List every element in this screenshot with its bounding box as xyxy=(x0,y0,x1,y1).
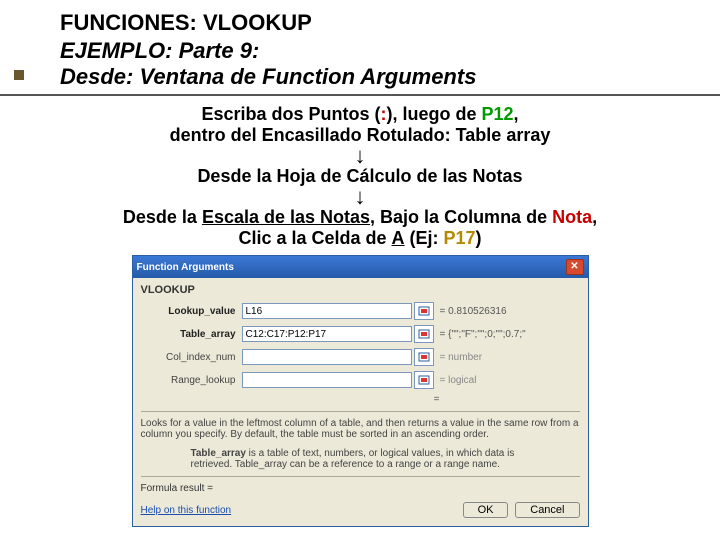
arg-description: Table_array is a table of text, numbers,… xyxy=(191,448,550,470)
function-arguments-dialog: Function Arguments ✕ VLOOKUP Lookup_valu… xyxy=(132,255,589,527)
t: Escriba dos Puntos ( xyxy=(201,104,380,124)
range-picker-icon[interactable] xyxy=(414,348,434,366)
escala-underline: Escala de las Notas xyxy=(202,207,370,227)
arg-label: Col_index_num xyxy=(141,352,242,363)
dialog-footer: Help on this function OK Cancel xyxy=(141,502,580,518)
result-eq: = xyxy=(141,394,580,405)
arg-result: = logical xyxy=(440,375,477,386)
table-array-input[interactable] xyxy=(242,326,412,342)
arg-row-lookup-value: Lookup_value = 0.810526316 xyxy=(141,302,580,320)
t: ) xyxy=(476,228,482,248)
title-line-3: Desde: Ventana de Function Arguments xyxy=(60,64,660,90)
arg-label: Lookup_value xyxy=(141,306,242,317)
t: Desde la xyxy=(123,207,202,227)
t: , Bajo la Columna de xyxy=(370,207,552,227)
bullet-decor xyxy=(14,70,24,80)
t: ), luego de xyxy=(386,104,481,124)
help-link[interactable]: Help on this function xyxy=(141,505,232,516)
lookup-value-input[interactable] xyxy=(242,303,412,319)
arg-result: = 0.810526316 xyxy=(440,306,507,317)
cancel-button[interactable]: Cancel xyxy=(515,502,579,518)
arg-result: = {"";"F";"";0;"";0.7;" xyxy=(440,329,526,340)
dialog-body: VLOOKUP Lookup_value = 0.810526316 Table… xyxy=(133,278,588,526)
table-array-label: Table array xyxy=(456,125,551,145)
p12-green: P12 xyxy=(482,104,514,124)
t: dentro del Encasillado Rotulado: xyxy=(170,125,456,145)
arg-label: Table_array xyxy=(141,329,242,340)
col-index-input[interactable] xyxy=(242,349,412,365)
function-description: Looks for a value in the leftmost column… xyxy=(141,411,580,440)
a-cell: A xyxy=(392,228,405,248)
instr-line-5: Clic a la Celda de A (Ej: P17) xyxy=(0,228,720,249)
t: (Ej: xyxy=(405,228,444,248)
arg-label: Range_lookup xyxy=(141,375,242,386)
title-line-3b: Function Arguments xyxy=(262,64,476,89)
dialog-title: Function Arguments xyxy=(137,262,234,273)
t: , xyxy=(514,104,519,124)
arrow-down-1: ↓ xyxy=(0,148,720,164)
function-name: VLOOKUP xyxy=(141,284,580,296)
sub-label: Table_array xyxy=(191,448,246,459)
title-line-1: FUNCIONES: VLOOKUP xyxy=(60,10,660,36)
p17-gold: P17 xyxy=(444,228,476,248)
nota-red: Nota xyxy=(552,207,592,227)
slide-header: FUNCIONES: VLOOKUP EJEMPLO: Parte 9: Des… xyxy=(0,0,720,96)
title-line-3a: Desde: Ventana de xyxy=(60,64,262,89)
range-picker-icon[interactable] xyxy=(414,325,434,343)
instr-line-1: Escriba dos Puntos (:), luego de P12, xyxy=(0,104,720,125)
formula-result: Formula result = xyxy=(141,476,580,494)
instructions-block: Escriba dos Puntos (:), luego de P12, de… xyxy=(0,104,720,249)
arg-row-range-lookup: Range_lookup = logical xyxy=(141,371,580,389)
range-picker-icon[interactable] xyxy=(414,302,434,320)
instr-line-4: Desde la Escala de las Notas, Bajo la Co… xyxy=(0,207,720,228)
t: Clic a la Celda de xyxy=(238,228,391,248)
arrow-down-2: ↓ xyxy=(0,189,720,205)
range-picker-icon[interactable] xyxy=(414,371,434,389)
close-icon[interactable]: ✕ xyxy=(566,259,584,275)
arg-result: = number xyxy=(440,352,483,363)
range-lookup-input[interactable] xyxy=(242,372,412,388)
ok-button[interactable]: OK xyxy=(463,502,509,518)
arg-row-table-array: Table_array = {"";"F";"";0;"";0.7;" xyxy=(141,325,580,343)
dialog-titlebar[interactable]: Function Arguments ✕ xyxy=(133,256,588,278)
t: , xyxy=(592,207,597,227)
title-line-2: EJEMPLO: Parte 9: xyxy=(60,38,660,64)
arg-row-col-index: Col_index_num = number xyxy=(141,348,580,366)
